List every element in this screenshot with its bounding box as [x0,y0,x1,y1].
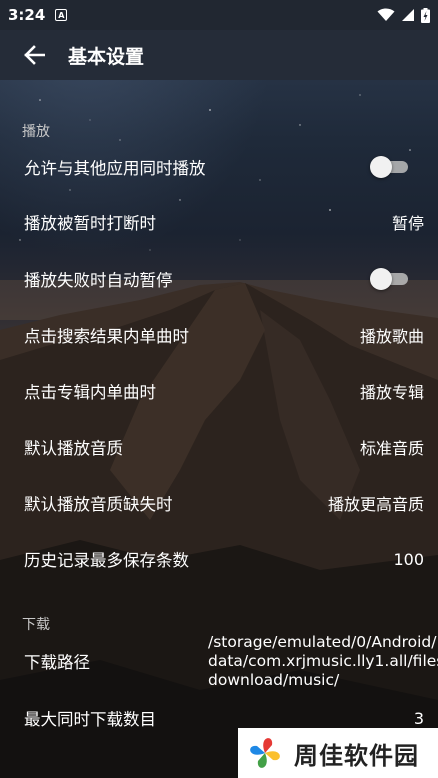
setting-label: 历史记录最多保存条数 [24,551,189,570]
setting-value: 播放歌曲 [359,327,424,346]
setting-search-click-action[interactable]: 点击搜索结果内单曲时 播放歌曲 [0,311,438,359]
status-icons [377,7,430,23]
setting-label: 点击搜索结果内单曲时 [24,327,189,346]
setting-value: 暂停 [391,214,424,233]
download-path-value: /storage/emulated/0/Android/ data/com.xr… [208,632,438,689]
app-bar: 基本设置 [0,30,438,80]
setting-label: 下载路径 [24,653,90,672]
setting-allow-mix-playback[interactable]: 允许与其他应用同时播放 [0,143,438,191]
switch-thumb [370,156,392,178]
watermark: 周佳软件园 [238,728,438,778]
switch-thumb [370,268,392,290]
status-bar: 3:24 A [0,0,438,30]
cellular-signal-icon [402,9,414,21]
setting-default-quality[interactable]: 默认播放音质 标准音质 [0,423,438,471]
setting-auto-pause-on-fail[interactable]: 播放失败时自动暂停 [0,255,438,303]
setting-quality-fallback[interactable]: 默认播放音质缺失时 播放更高音质 [0,479,438,527]
setting-history-limit[interactable]: 历史记录最多保存条数 100 [0,535,438,583]
setting-value: 播放更高音质 [327,495,424,514]
section-title-download: 下载 [22,617,50,633]
watermark-text: 周佳软件园 [294,741,419,770]
wifi-icon [377,8,395,21]
battery-charging-icon [421,7,430,23]
pinwheel-logo-icon [250,738,280,768]
setting-label: 允许与其他应用同时播放 [24,159,206,178]
setting-download-path[interactable]: 下载路径 /storage/emulated/0/Android/ data/c… [0,632,438,690]
back-button[interactable] [0,30,68,80]
setting-label: 播放被暂时打断时 [24,214,156,233]
setting-label: 点击专辑内单曲时 [24,383,156,402]
setting-value: 标准音质 [359,439,424,458]
section-title-playback: 播放 [22,124,50,140]
setting-label: 默认播放音质缺失时 [24,495,173,514]
arrow-left-icon [24,45,45,65]
setting-value: 3 [413,708,424,728]
setting-value: 100 [393,549,424,569]
page-title: 基本设置 [68,45,145,68]
setting-label: 播放失败时自动暂停 [24,271,173,290]
toggle-switch-auto-pause[interactable] [370,268,410,290]
setting-label: 默认播放音质 [24,439,123,458]
status-time: 3:24 [8,6,46,24]
setting-interrupt-behavior[interactable]: 播放被暂时打断时 暂停 [0,198,438,246]
setting-value: 播放专辑 [359,383,424,402]
toggle-switch-allow-mix[interactable] [370,156,410,178]
setting-album-click-action[interactable]: 点击专辑内单曲时 播放专辑 [0,367,438,415]
setting-label: 最大同时下载数目 [24,710,156,729]
notification-icon: A [55,9,68,21]
